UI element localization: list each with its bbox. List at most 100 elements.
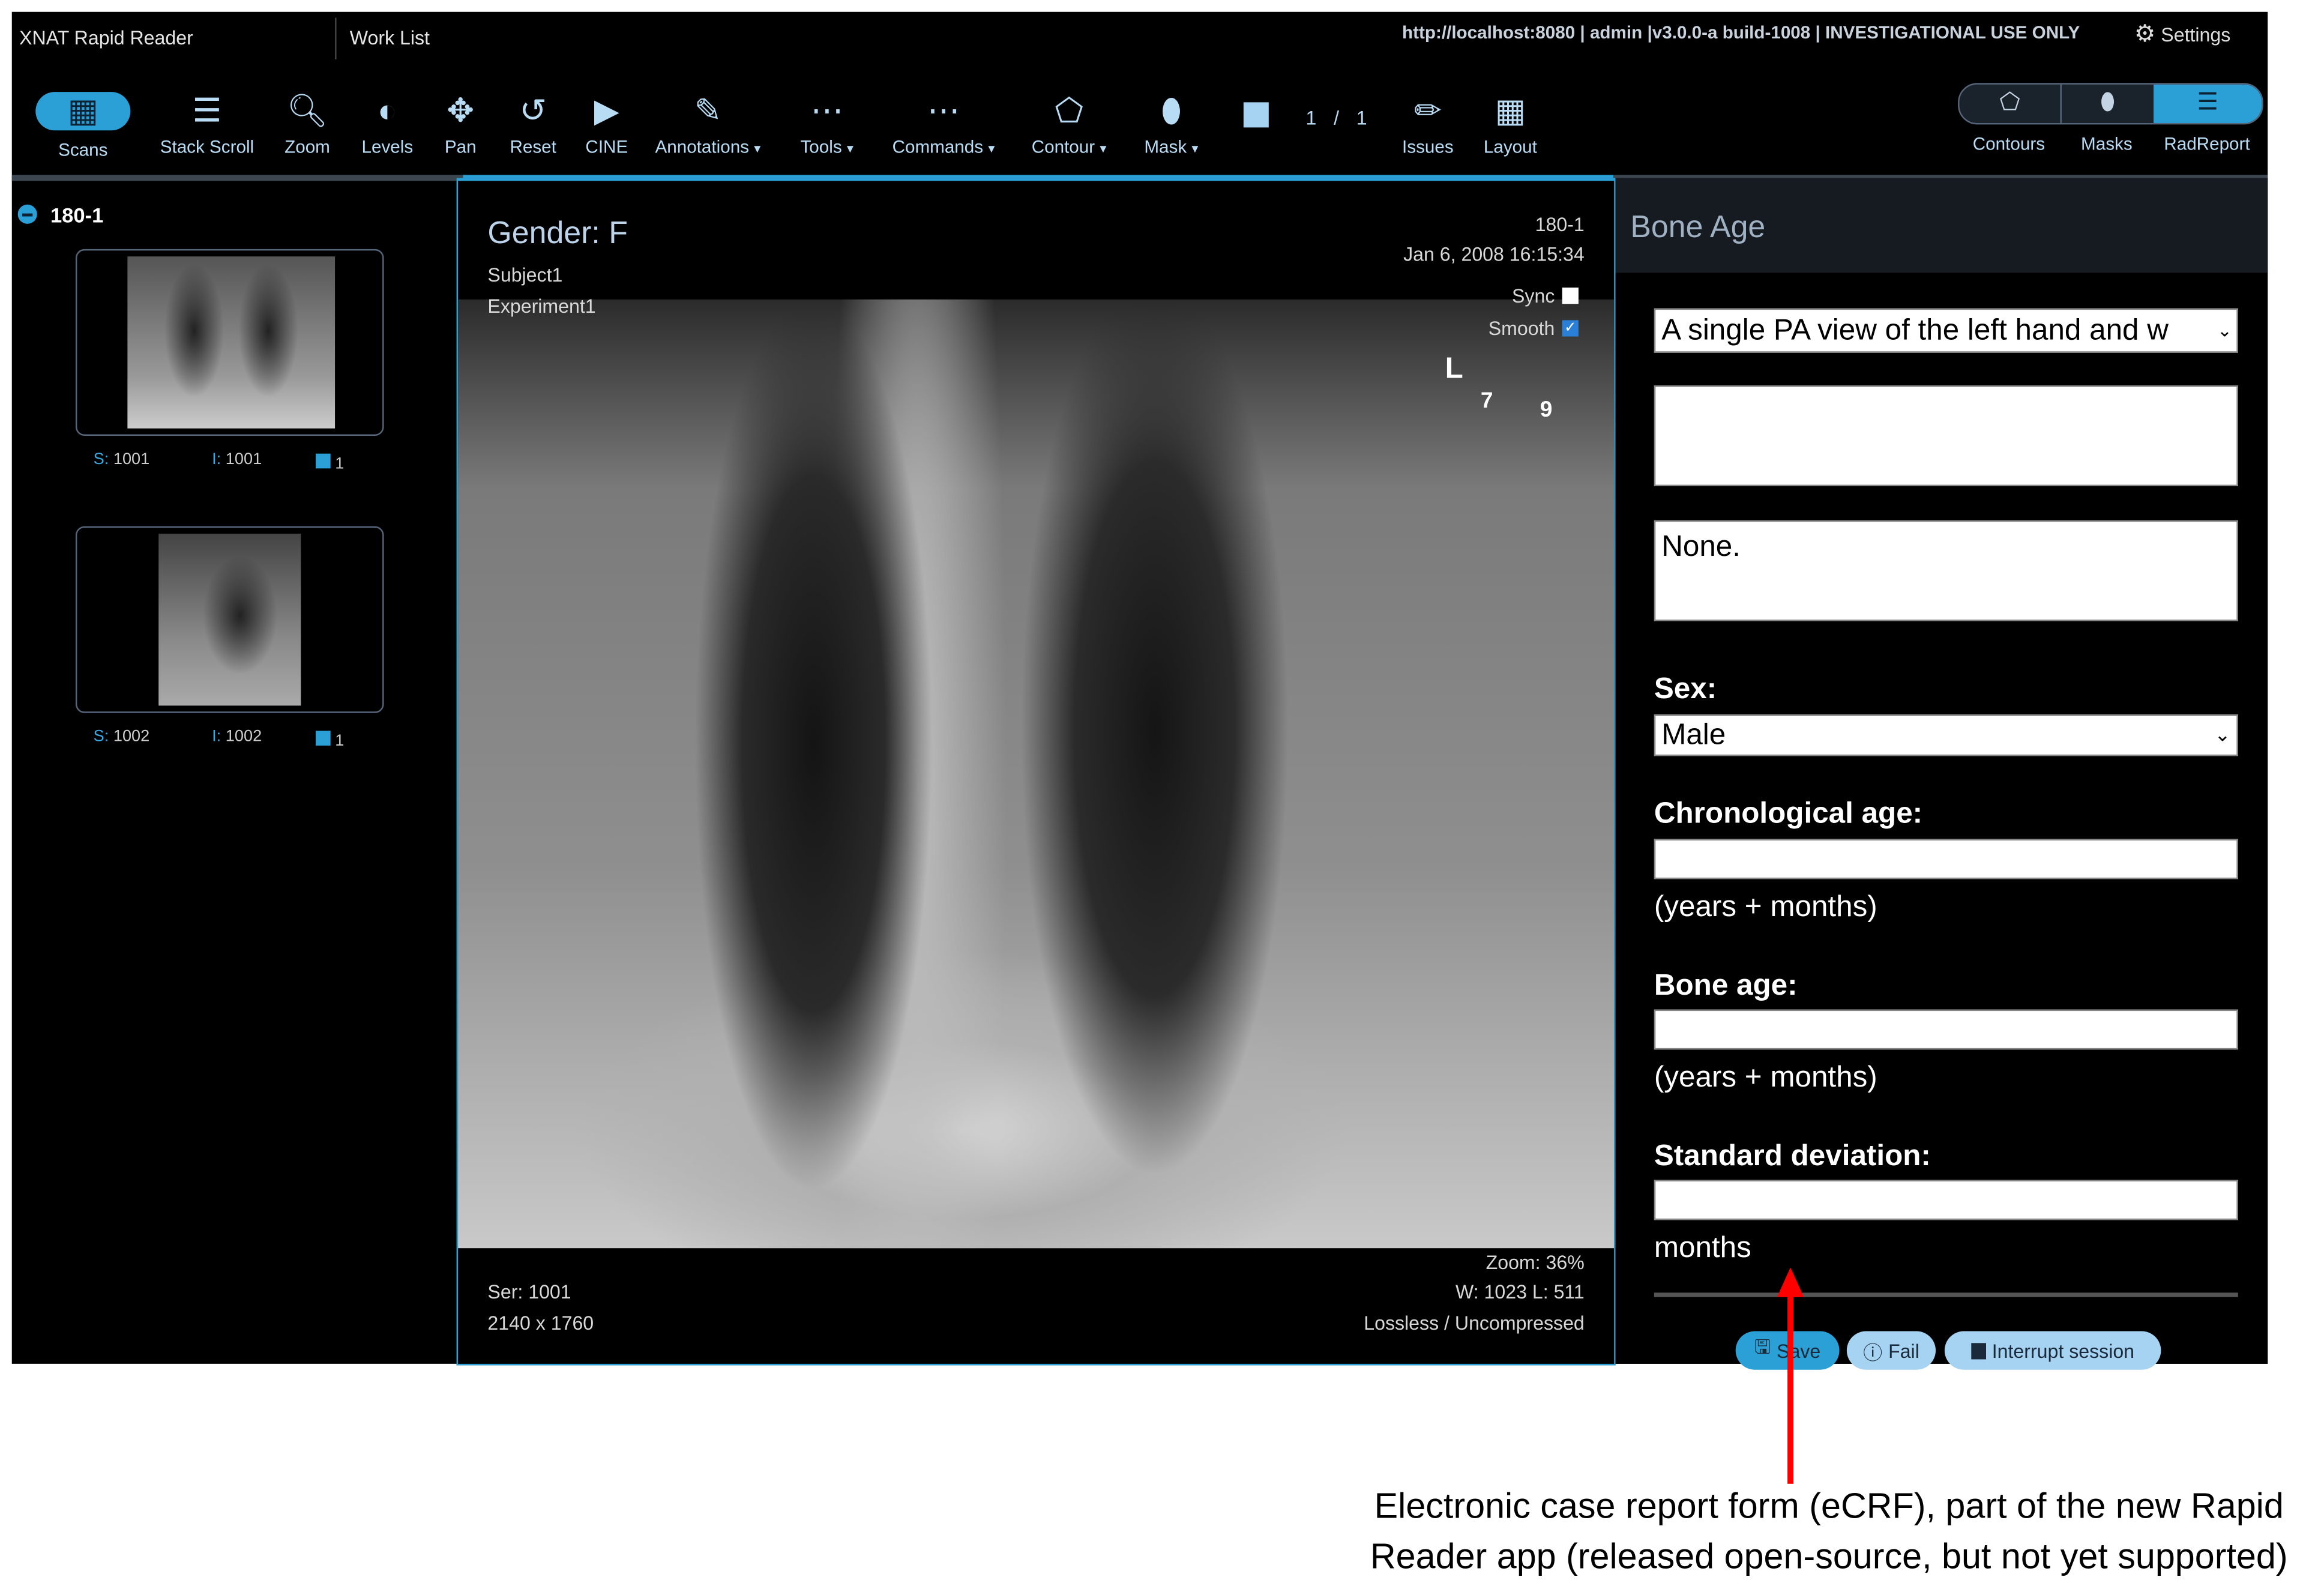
divider — [335, 17, 337, 59]
collapse-icon[interactable] — [17, 204, 37, 224]
chest-xray-image — [458, 299, 1615, 1249]
sd-input[interactable] — [1654, 1180, 2238, 1220]
image-viewport[interactable]: Gender: F Subject1 Experiment1 180-1 Jan… — [456, 178, 1616, 1366]
contours-label: Contours — [1972, 133, 2046, 154]
chrono-age-label: Chronological age: — [1654, 797, 1923, 830]
contour-label: Contour — [1031, 136, 1095, 157]
info-icon: ⓘ — [1863, 1340, 1883, 1363]
sd-label: Standard deviation: — [1654, 1139, 1931, 1173]
experiment-label: Experiment1 — [487, 295, 596, 318]
thumb-instance: I: 1001 — [212, 450, 262, 469]
view-select[interactable]: A single PA view of the left hand and w ⌄ — [1654, 308, 2238, 353]
commands-label: Commands — [892, 136, 984, 157]
fail-button[interactable]: ⓘ Fail — [1846, 1331, 1936, 1370]
findings-textarea[interactable] — [1654, 385, 2238, 486]
smooth-checkbox[interactable]: ✓ — [1562, 320, 1579, 337]
app-title: XNAT Rapid Reader — [19, 26, 193, 49]
commands-button[interactable]: ⋯ Commands ▾ — [893, 89, 995, 157]
scan-sidebar: 180-1 S: 1001 I: 1001 1 S: 1002 I: 1002 … — [11, 178, 457, 1366]
cine-label: CINE — [585, 136, 628, 157]
annotations-label: Annotations — [655, 136, 750, 157]
levels-label: Levels — [361, 136, 414, 157]
session-label: 180-1 — [50, 203, 104, 227]
scans-button[interactable]: ▦ Scans — [35, 89, 131, 160]
annotations-button[interactable]: ✎ Annotations ▾ — [655, 89, 760, 157]
panel-toggle-group: ⬠ ⬮ ☰ — [1958, 83, 2263, 125]
reset-button[interactable]: ↺ Reset — [510, 89, 556, 157]
scan-thumbnail[interactable] — [75, 249, 384, 436]
subject-label: Subject1 — [487, 264, 563, 286]
magnifier-icon: 🔍︎ — [286, 92, 328, 129]
mask-label: Mask — [1144, 136, 1187, 157]
form-divider — [1654, 1292, 2238, 1297]
bone-age-input[interactable] — [1654, 1009, 2238, 1050]
sex-select[interactable]: Male ⌄ — [1654, 714, 2238, 756]
bone-age-label: Bone age: — [1654, 969, 1798, 1003]
undo-icon: ↺ — [519, 92, 547, 129]
chevron-down-icon: ⌄ — [2217, 320, 2232, 341]
stack-icon — [315, 731, 331, 746]
zoom-readout: Zoom: 36% — [1486, 1251, 1585, 1274]
stage: XNAT Rapid Reader Work List http://local… — [0, 0, 2324, 1586]
reset-label: Reset — [510, 136, 556, 157]
stack-scroll-button[interactable]: ☰ Stack Scroll — [160, 89, 254, 157]
pan-label: Pan — [444, 136, 477, 157]
tools-button[interactable]: ⋯ Tools ▾ — [800, 89, 853, 157]
impression-textarea[interactable]: None. — [1654, 520, 2238, 621]
worklist-link[interactable]: Work List — [350, 26, 430, 49]
marker-9: 9 — [1540, 397, 1553, 423]
caret-icon: ▾ — [1191, 140, 1199, 156]
interrupt-session-button[interactable]: Interrupt session — [1944, 1331, 2161, 1370]
more-icon: ⋯ — [810, 92, 843, 129]
zoom-button[interactable]: 🔍︎ Zoom — [284, 89, 330, 157]
gender-label: Gender: F — [487, 216, 628, 251]
contour-button[interactable]: ⬠ Contour ▾ — [1032, 89, 1107, 157]
chest-pa-image — [127, 256, 336, 429]
issues-button[interactable]: ✏ Issues — [1402, 89, 1454, 157]
zoom-label: Zoom — [284, 136, 330, 157]
thumb-count: 1 — [315, 731, 344, 750]
contrast-icon: ◐ — [377, 92, 397, 129]
shapes-icon: ✎ — [694, 92, 722, 129]
caret-icon: ▾ — [754, 140, 761, 156]
more-icon: ⋯ — [927, 92, 960, 129]
play-icon: ▶ — [594, 92, 619, 129]
cine-button[interactable]: ▶ CINE — [585, 89, 628, 157]
thumb-series: S: 1002 — [93, 728, 150, 746]
mask-button[interactable]: ⬮ Mask ▾ — [1144, 89, 1198, 157]
stop-icon — [1971, 1342, 1986, 1359]
smooth-label: Smooth — [1488, 317, 1555, 340]
caret-icon: ▾ — [846, 140, 854, 156]
bars-icon: ☰ — [192, 92, 222, 129]
levels-button[interactable]: ◐ Levels — [362, 89, 414, 157]
polygon-icon: ⬠ — [1055, 92, 1083, 129]
chrono-age-input[interactable] — [1654, 839, 2238, 879]
contours-toggle-icon[interactable]: ⬠ — [1960, 84, 2062, 123]
layout-button[interactable]: ▦ Layout — [1484, 89, 1537, 157]
masks-label: Masks — [2081, 133, 2133, 154]
caption-line-1: Electronic case report form (eCRF), part… — [1374, 1486, 2284, 1527]
issues-label: Issues — [1402, 136, 1454, 157]
gear-icon: ⚙ — [2134, 22, 2156, 48]
series-id: 180-1 — [1535, 213, 1585, 236]
frame-counter: 1 / 1 — [1305, 106, 1367, 129]
radreport-toggle-icon[interactable]: ☰ — [2154, 84, 2262, 123]
thumb-count: 1 — [315, 453, 344, 473]
stack-icon — [315, 453, 331, 469]
move-icon: ✥ — [447, 92, 474, 129]
chrono-age-note: (years + months) — [1654, 891, 1877, 924]
sex-label: Sex: — [1654, 673, 1717, 706]
scan-thumbnail[interactable] — [75, 526, 384, 713]
masks-toggle-icon[interactable]: ⬮ — [2062, 85, 2154, 123]
window-level: W: 1023 L: 511 — [1455, 1280, 1585, 1303]
toolbar-divider — [11, 175, 2268, 178]
stop-icon[interactable] — [1243, 102, 1269, 128]
sync-checkbox[interactable] — [1562, 288, 1579, 304]
red-arrow-icon — [1777, 1267, 1804, 1484]
chevron-down-icon: ⌄ — [2214, 723, 2231, 746]
stack-scroll-label: Stack Scroll — [160, 136, 254, 157]
caption-line-2: Reader app (released open-source, but no… — [1370, 1537, 2288, 1578]
pan-button[interactable]: ✥ Pan — [445, 89, 477, 157]
marker-l: L — [1445, 352, 1463, 386]
settings-button[interactable]: ⚙ Settings — [2134, 19, 2230, 49]
